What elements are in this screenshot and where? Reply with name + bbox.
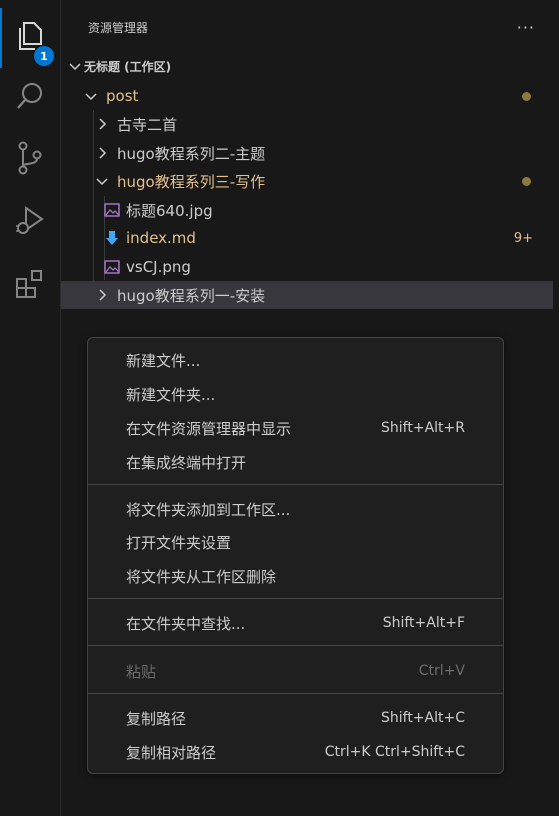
- tree-item-label: vsCJ.png: [126, 258, 191, 276]
- workspace-header[interactable]: 无标题 (工作区): [61, 54, 559, 78]
- chevron-down-icon: [95, 174, 109, 188]
- extensions-icon: [14, 268, 46, 304]
- menu-item-reveal-in-explorer[interactable]: 在文件资源管理器中显示 Shift+Alt+R: [88, 413, 503, 443]
- markdown-file-icon: [104, 230, 120, 246]
- menu-item-label: 在文件资源管理器中显示: [126, 419, 292, 438]
- tree-item-label: 标题640.jpg: [126, 201, 213, 220]
- menu-item-label: 打开文件夹设置: [126, 533, 232, 552]
- menu-item-open-in-terminal[interactable]: 在集成终端中打开: [88, 447, 503, 477]
- explorer-tab[interactable]: 1: [0, 8, 60, 68]
- chevron-right-icon: [95, 117, 109, 131]
- explorer-header: 资源管理器 ···: [61, 0, 559, 54]
- menu-item-new-folder[interactable]: 新建文件夹...: [88, 379, 503, 409]
- menu-item-label: 复制相对路径: [126, 743, 217, 762]
- menu-separator: [88, 693, 503, 694]
- tree-item-label: post: [106, 87, 139, 105]
- chevron-down-icon: [68, 59, 82, 73]
- tree-item-label: hugo教程系列一-安装: [117, 286, 266, 305]
- menu-item-shortcut: Shift+Alt+R: [381, 420, 465, 436]
- workspace-title: 无标题 (工作区): [84, 59, 172, 74]
- tree-item-label: 古寺二首: [117, 115, 178, 134]
- menu-item-remove-folder-from-workspace[interactable]: 将文件夹从工作区删除: [88, 561, 503, 591]
- source-control-icon: [15, 141, 45, 179]
- run-debug-icon: [14, 205, 46, 241]
- menu-item-label: 在集成终端中打开: [126, 453, 247, 472]
- tree-item-post[interactable]: post: [61, 82, 553, 110]
- menu-item-open-folder-settings[interactable]: 打开文件夹设置: [88, 527, 503, 557]
- tree-item-file[interactable]: index.md 9+: [61, 224, 553, 252]
- problem-count-badge: 9+: [513, 230, 533, 246]
- context-menu: 新建文件... 新建文件夹... 在文件资源管理器中显示 Shift+Alt+R…: [87, 337, 504, 774]
- chevron-down-icon: [84, 89, 98, 103]
- search-icon: [15, 81, 45, 115]
- menu-item-label: 新建文件夹...: [126, 385, 216, 404]
- menu-separator: [88, 598, 503, 599]
- tree-item-file[interactable]: 标题640.jpg: [61, 196, 553, 224]
- menu-item-paste: 粘贴 Ctrl+V: [88, 656, 503, 686]
- menu-item-add-folder-to-workspace[interactable]: 将文件夹添加到工作区...: [88, 494, 503, 524]
- menu-item-label: 新建文件...: [126, 351, 201, 370]
- menu-item-label: 在文件夹中查找...: [126, 614, 246, 633]
- tree-item-file[interactable]: vsCJ.png: [61, 253, 553, 281]
- image-file-icon: [104, 202, 120, 218]
- chevron-right-icon: [95, 146, 109, 160]
- menu-item-shortcut: Ctrl+K Ctrl+Shift+C: [324, 744, 465, 760]
- modified-dot: [522, 91, 531, 101]
- menu-item-new-file[interactable]: 新建文件...: [88, 345, 503, 375]
- menu-item-label: 将文件夹从工作区删除: [126, 567, 277, 586]
- more-actions-icon[interactable]: ···: [517, 18, 535, 37]
- tree-item-label: index.md: [126, 229, 196, 247]
- image-file-icon: [104, 259, 120, 275]
- source-control-tab[interactable]: [0, 130, 60, 190]
- explorer-title: 资源管理器: [88, 20, 149, 35]
- tree-item-folder[interactable]: hugo教程系列二-主题: [61, 139, 553, 167]
- menu-item-shortcut: Shift+Alt+F: [382, 615, 465, 631]
- modified-dot: [522, 176, 531, 186]
- tree-item-label: hugo教程系列二-主题: [117, 144, 266, 163]
- menu-item-find-in-folder[interactable]: 在文件夹中查找... Shift+Alt+F: [88, 608, 503, 638]
- menu-item-copy-path[interactable]: 复制路径 Shift+Alt+C: [88, 703, 503, 733]
- extensions-tab[interactable]: [0, 256, 60, 316]
- explorer-badge: 1: [34, 46, 54, 66]
- search-tab[interactable]: [0, 68, 60, 128]
- tree-item-folder-selected[interactable]: hugo教程系列一-安装: [61, 281, 553, 309]
- menu-item-label: 复制路径: [126, 709, 187, 728]
- menu-item-label: 粘贴: [126, 662, 157, 681]
- tree-item-label: hugo教程系列三-写作: [117, 172, 266, 191]
- chevron-right-icon: [95, 288, 109, 302]
- activity-bar: 1: [0, 0, 61, 816]
- menu-item-label: 将文件夹添加到工作区...: [126, 500, 291, 519]
- menu-item-shortcut: Ctrl+V: [418, 663, 465, 679]
- run-debug-tab[interactable]: [0, 193, 60, 253]
- tree-item-folder[interactable]: 古寺二首: [61, 110, 553, 138]
- menu-item-shortcut: Shift+Alt+C: [380, 710, 465, 726]
- tree-item-folder-expanded[interactable]: hugo教程系列三-写作: [61, 167, 553, 195]
- menu-item-copy-relative-path[interactable]: 复制相对路径 Ctrl+K Ctrl+Shift+C: [88, 737, 503, 767]
- menu-separator: [88, 645, 503, 646]
- menu-separator: [88, 484, 503, 485]
